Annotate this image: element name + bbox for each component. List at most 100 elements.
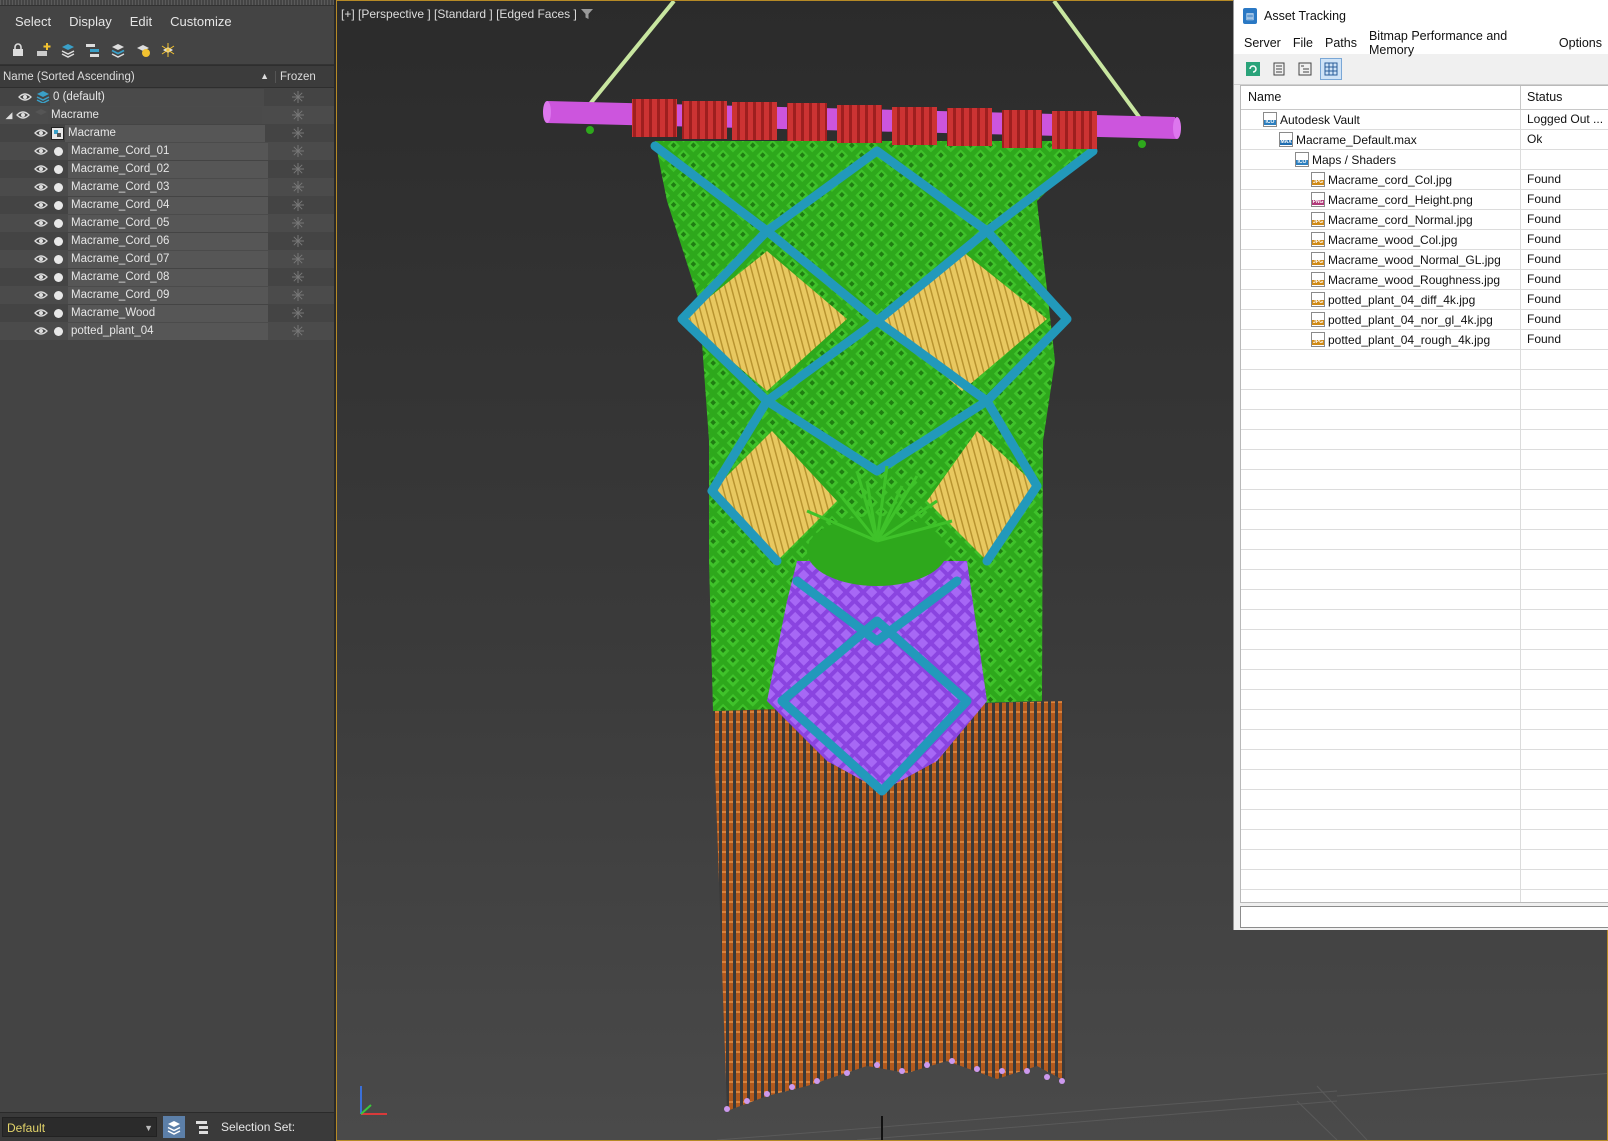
visibility-eye-icon[interactable] [34,236,50,246]
layer-explorer-toggle-button[interactable] [163,1116,185,1138]
visibility-eye-icon[interactable] [18,92,34,102]
menu-customize[interactable]: Customize [161,14,240,29]
table-view-icon[interactable] [1320,58,1342,80]
scene-tree-row[interactable]: potted_plant_04 [0,322,334,340]
freeze-snowflake-icon[interactable] [292,235,304,247]
hierarchy-toggle-button[interactable] [191,1116,213,1138]
asset-status-cell [1521,890,1527,902]
freeze-snowflake-icon[interactable] [292,181,304,193]
scene-tree-row[interactable]: Macrame_Cord_05 [0,214,334,232]
asset-row[interactable]: ICO Autodesk Vault Logged Out ... [1241,110,1608,130]
expand-arrow-icon[interactable]: ◢ [2,110,16,121]
asset-row[interactable]: JPG Macrame_wood_Roughness.jpg Found [1241,270,1608,290]
asset-table-body: ICO Autodesk Vault Logged Out ... MAX Macram… [1241,110,1608,902]
asset-name: Macrame_wood_Roughness.jpg [1328,272,1501,287]
freeze-snowflake-icon[interactable] [292,307,304,319]
freeze-snowflake-icon[interactable] [292,91,304,103]
row-name: Macrame_Cord_04 [68,196,268,214]
menu-server[interactable]: Server [1238,36,1287,50]
empty-row [1241,650,1608,670]
scene-tree-row[interactable]: Macrame_Cord_01 [0,142,334,160]
menu-select[interactable]: Select [6,14,60,29]
column-frozen-header[interactable]: Frozen [276,71,316,83]
scene-tree-row[interactable]: Macrame_Cord_06 [0,232,334,250]
scene-tree-row[interactable]: Macrame_Wood [0,304,334,322]
list-view-icon[interactable] [1268,58,1290,80]
visibility-eye-icon[interactable] [34,326,50,336]
visibility-eye-icon[interactable] [34,272,50,282]
freeze-snowflake-icon[interactable] [292,163,304,175]
asset-row[interactable]: JPG potted_plant_04_diff_4k.jpg Found [1241,290,1608,310]
asset-row[interactable]: JPG potted_plant_04_rough_4k.jpg Found [1241,330,1608,350]
visibility-eye-icon[interactable] [34,128,50,138]
visibility-eye-icon[interactable] [34,290,50,300]
visibility-eye-icon[interactable] [34,254,50,264]
hierarchy-icon[interactable] [83,41,102,60]
refresh-icon[interactable] [1242,58,1264,80]
scene-tree-row[interactable]: Macrame_Cord_08 [0,268,334,286]
layer-stack-icon[interactable] [108,41,127,60]
layers-add-selection-icon[interactable] [58,41,77,60]
menu-display[interactable]: Display [60,14,121,29]
scene-tree-row[interactable]: Macrame_Cord_04 [0,196,334,214]
visibility-eye-icon[interactable] [34,182,50,192]
viewport-label[interactable]: [+] [Perspective ] [Standard ] [Edged Fa… [341,7,593,21]
layer-dropdown[interactable]: Default ▼ [2,1117,157,1137]
visibility-eye-icon[interactable] [34,146,50,156]
asset-row[interactable]: JPG potted_plant_04_nor_gl_4k.jpg Found [1241,310,1608,330]
row-controls: ◢ [2,107,48,124]
column-name-header[interactable]: Name (Sorted Ascending) ▲ [0,70,276,83]
asset-row[interactable]: PNG Macrame_cord_Height.png Found [1241,190,1608,210]
freeze-snowflake-icon[interactable] [292,325,304,337]
scene-tree-row[interactable]: Macrame_Cord_02 [0,160,334,178]
freeze-snowflake-icon[interactable] [292,271,304,283]
asset-row[interactable]: JPG Macrame_cord_Normal.jpg Found [1241,210,1608,230]
freeze-snowflake-icon[interactable] [292,289,304,301]
asset-status-cell [1521,410,1527,429]
freeze-snowflake-icon[interactable] [292,127,304,139]
freeze-snowflake-icon[interactable] [292,109,304,121]
menu-bitmap-performance[interactable]: Bitmap Performance and Memory [1363,29,1553,57]
tree-view-icon[interactable] [1294,58,1316,80]
asset-status-cell: Found [1527,232,1562,246]
menu-file[interactable]: File [1287,36,1319,50]
asset-name-cell [1241,610,1521,629]
asset-name-cell [1241,790,1521,809]
freeze-snowflake-icon[interactable] [292,217,304,229]
filter-icon[interactable] [580,8,593,20]
asset-row[interactable]: JPG Macrame_wood_Normal_GL.jpg Found [1241,250,1608,270]
sort-ascending-icon: ▲ [260,70,269,81]
visibility-eye-icon[interactable] [34,218,50,228]
menu-paths[interactable]: Paths [1319,36,1363,50]
scene-tree-row[interactable]: Macrame [0,124,334,142]
add-layer-icon[interactable] [33,41,52,60]
asset-row[interactable]: JPG Macrame_wood_Col.jpg Found [1241,230,1608,250]
freeze-snowflake-icon[interactable] [292,253,304,265]
scene-tree-row[interactable]: 0 (default) [0,88,334,106]
menu-options[interactable]: Options [1553,36,1608,50]
scene-tree-row[interactable]: Macrame_Cord_09 [0,286,334,304]
visibility-eye-icon[interactable] [16,110,32,120]
scene-tree-row[interactable]: Macrame_Cord_03 [0,178,334,196]
visibility-eye-icon[interactable] [34,164,50,174]
asset-row[interactable]: ICO Maps / Shaders [1241,150,1608,170]
asset-path-field[interactable] [1240,906,1608,928]
lock-icon[interactable] [8,41,27,60]
asset-tracking-app-icon: ▤ [1243,7,1257,24]
visibility-eye-icon[interactable] [34,308,50,318]
asset-row[interactable]: MAX Macrame_Default.max Ok [1241,130,1608,150]
freeze-toggle-icon[interactable] [158,41,177,60]
column-name-header[interactable]: Name [1241,86,1521,109]
menu-edit[interactable]: Edit [121,14,161,29]
visibility-eye-icon[interactable] [34,200,50,210]
column-status-header[interactable]: Status [1521,86,1562,109]
asset-row[interactable]: JPG Macrame_cord_Col.jpg Found [1241,170,1608,190]
freeze-snowflake-icon[interactable] [292,199,304,211]
scene-tree-row[interactable]: ◢ Macrame [0,106,334,124]
asset-name: Macrame_wood_Normal_GL.jpg [1328,252,1501,267]
scene-tree-row[interactable]: Macrame_Cord_07 [0,250,334,268]
asset-tracking-titlebar[interactable]: ▤ Asset Tracking [1234,0,1608,31]
highlight-layer-icon[interactable] [133,41,152,60]
freeze-snowflake-icon[interactable] [292,145,304,157]
asset-status-cell [1521,570,1527,589]
